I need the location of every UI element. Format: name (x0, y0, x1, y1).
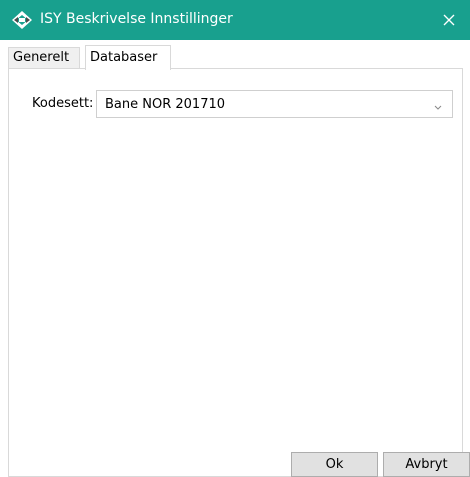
title-bar[interactable]: ISY Beskrivelse Innstillinger (0, 0, 470, 40)
close-icon (443, 14, 455, 26)
kodesett-selected-value: Bane NOR 201710 (105, 97, 226, 112)
chevron-down-icon (433, 101, 443, 110)
close-button[interactable] (428, 0, 470, 40)
kodesett-dropdown[interactable]: Bane NOR 201710 (96, 90, 453, 118)
cancel-button[interactable]: Avbryt (383, 452, 470, 477)
tab-databaser-label: Databaser (90, 50, 158, 65)
tab-generelt-label: Generelt (13, 50, 70, 65)
tab-generelt[interactable]: Generelt (8, 47, 80, 68)
databaser-panel: Kodesett: Bane NOR 201710 (8, 68, 463, 477)
kodesett-label: Kodesett: (32, 96, 94, 111)
settings-dialog: ISY Beskrivelse Innstillinger Generelt D… (0, 0, 470, 477)
isy-app-icon (11, 10, 33, 30)
tab-databaser[interactable]: Databaser (85, 45, 171, 70)
ok-button[interactable]: Ok (291, 452, 378, 477)
window-title: ISY Beskrivelse Innstillinger (40, 11, 233, 27)
tab-strip: Generelt Databaser (8, 45, 463, 70)
